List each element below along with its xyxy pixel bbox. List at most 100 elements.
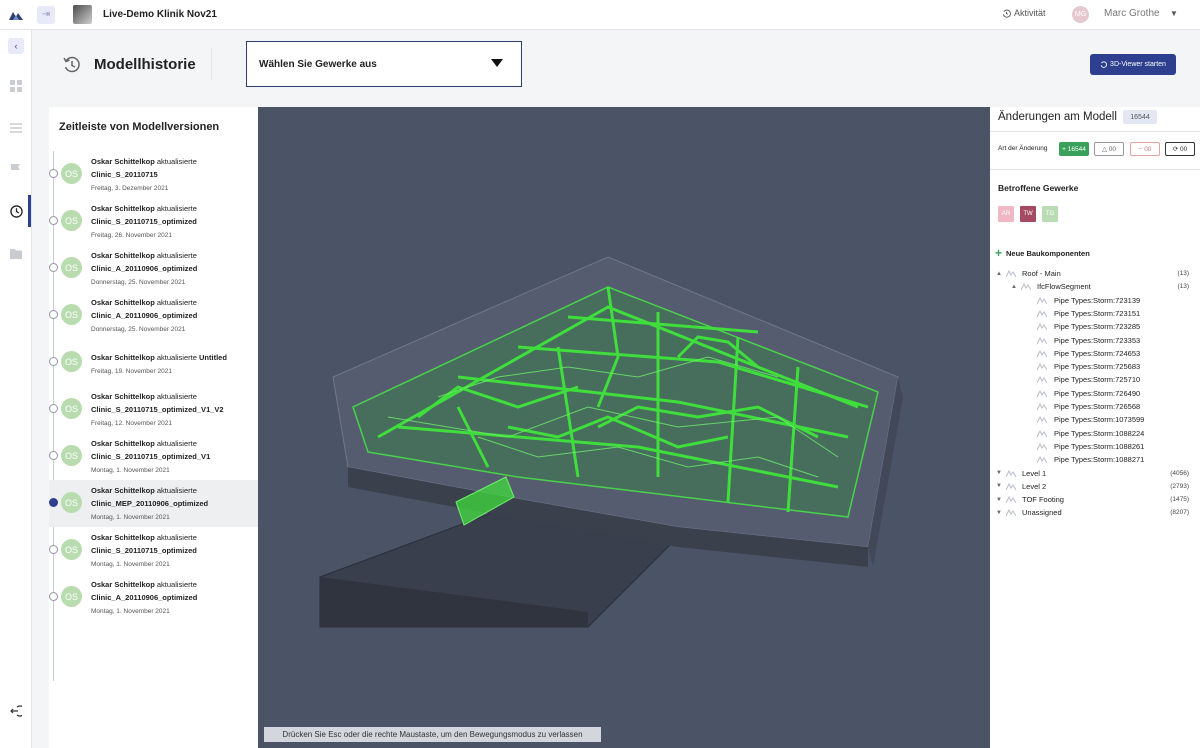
version-file: Clinic_S_20110715_optimized_V1_V2 xyxy=(91,405,224,414)
filter-modified-chip[interactable]: − 00 xyxy=(1130,142,1160,156)
tree-node[interactable]: Pipe Types:Storm:1088224 xyxy=(990,427,1200,440)
building-model-render xyxy=(319,256,903,628)
author-avatar: OS xyxy=(61,304,82,325)
activity-link[interactable]: Aktivität xyxy=(1002,8,1046,18)
timeline-version-item[interactable]: OS Oskar Schittelkop aktualisierte Clinic_… xyxy=(49,480,258,527)
tree-node-count: (8207) xyxy=(1170,509,1189,517)
chevron-down-icon[interactable]: ▼ xyxy=(1170,9,1178,18)
chevron-up-icon[interactable]: ▲ xyxy=(996,271,1002,277)
tree-node[interactable]: ▲ Roof - Main (13) xyxy=(990,267,1200,280)
tree-node[interactable]: Pipe Types:Storm:723151 xyxy=(990,307,1200,320)
tree-node[interactable]: ▼ Unassigned (8207) xyxy=(990,506,1200,519)
version-file: Clinic_S_20110715_optimized xyxy=(91,217,197,226)
user-name[interactable]: Marc Grothe xyxy=(1104,8,1160,19)
version-date: Montag, 1. November 2021 xyxy=(91,467,170,474)
timeline-version-item[interactable]: OS Oskar Schittelkop aktualisierte Clinic_… xyxy=(49,386,258,433)
tree-node[interactable]: ▲ IfcFlowSegment (13) xyxy=(990,280,1200,293)
version-author: Oskar Schittelkop xyxy=(91,298,155,307)
modified-count: 00 xyxy=(1144,145,1152,153)
timeline-version-item[interactable]: OS Oskar Schittelkop aktualisierte Clinic_… xyxy=(49,151,258,198)
tree-node[interactable]: Pipe Types:Storm:725710 xyxy=(990,373,1200,386)
timeline-version-item[interactable]: OS Oskar Schittelkop aktualisierte Clinic_… xyxy=(49,198,258,245)
timeline-version-item[interactable]: OS Oskar Schittelkop aktualisierte Untitl… xyxy=(49,345,258,392)
timeline-dot xyxy=(49,592,58,601)
tree-node[interactable]: Pipe Types:Storm:723139 xyxy=(990,294,1200,307)
tree-node-count: (1475) xyxy=(1170,496,1189,504)
version-action: aktualisierte xyxy=(156,204,197,213)
filter-deleted-chip[interactable]: △ 00 xyxy=(1094,142,1124,156)
project-title[interactable]: Live-Demo Klinik Nov21 xyxy=(103,9,217,20)
trade-badge[interactable]: AR xyxy=(998,206,1014,222)
tree-node[interactable]: ▼ TOF Footing (1475) xyxy=(990,493,1200,506)
3d-viewport[interactable] xyxy=(258,107,990,748)
timeline-version-item[interactable]: OS Oskar Schittelkop aktualisierte Clinic_… xyxy=(49,527,258,574)
component-icon xyxy=(1037,442,1047,450)
timeline-dot xyxy=(49,169,58,178)
app-logo-icon[interactable] xyxy=(0,0,32,30)
tree-node[interactable]: Pipe Types:Storm:1073599 xyxy=(990,413,1200,426)
tree-node[interactable]: ▼ Level 2 (2793) xyxy=(990,480,1200,493)
filter-added-chip[interactable]: + 16544 xyxy=(1059,142,1089,156)
component-icon xyxy=(1021,283,1031,291)
component-icon xyxy=(1037,336,1047,344)
folder-icon[interactable] xyxy=(8,245,24,261)
chevron-up-icon[interactable]: ▲ xyxy=(1011,284,1017,290)
tree-node-label: Unassigned xyxy=(1022,508,1062,518)
filter-moved-chip[interactable]: ⟳ 00 xyxy=(1165,142,1195,156)
chevron-down-icon[interactable]: ▼ xyxy=(996,510,1002,516)
tree-node[interactable]: ▼ Level 1 (4056) xyxy=(990,467,1200,480)
timeline-title: Zeitleiste von Modellversionen xyxy=(59,121,220,133)
author-avatar: OS xyxy=(61,586,82,607)
tree-node[interactable]: Pipe Types:Storm:726568 xyxy=(990,400,1200,413)
tree-node-count: (2793) xyxy=(1170,482,1189,490)
trade-badge[interactable]: TW xyxy=(1020,206,1036,222)
author-avatar: OS xyxy=(61,257,82,278)
gewerke-select[interactable]: Wählen Sie Gewerke aus xyxy=(246,41,522,87)
page-title: Modellhistorie xyxy=(94,56,196,73)
timeline-dot xyxy=(49,216,58,225)
back-arrow-icon[interactable]: ‹ xyxy=(8,38,24,54)
component-icon xyxy=(1037,416,1047,424)
tree-node-label: Pipe Types:Storm:723139 xyxy=(1054,295,1141,305)
new-components-header[interactable]: + Neue Baukomponenten xyxy=(995,246,1090,260)
tree-node[interactable]: Pipe Types:Storm:726490 xyxy=(990,387,1200,400)
tree-node-label: Pipe Types:Storm:723151 xyxy=(1054,308,1141,318)
author-avatar: OS xyxy=(61,351,82,372)
timeline-version-item[interactable]: OS Oskar Schittelkop aktualisierte Clinic_… xyxy=(49,292,258,339)
version-action: aktualisierte xyxy=(156,298,197,307)
change-type-label: Art der Änderung xyxy=(998,145,1048,152)
flag-icon[interactable] xyxy=(8,161,24,177)
version-action: aktualisierte xyxy=(156,353,197,362)
author-avatar: OS xyxy=(61,210,82,231)
chevron-down-icon[interactable]: ▼ xyxy=(996,470,1002,476)
version-author: Oskar Schittelkop xyxy=(91,580,155,589)
tree-node[interactable]: Pipe Types:Storm:723353 xyxy=(990,334,1200,347)
dashboard-icon[interactable] xyxy=(8,78,24,94)
chevron-down-icon[interactable]: ▼ xyxy=(996,483,1002,489)
version-action: aktualisierte xyxy=(156,157,197,166)
clock-icon[interactable] xyxy=(8,203,24,219)
tree-node[interactable]: Pipe Types:Storm:725683 xyxy=(990,360,1200,373)
timeline-version-item[interactable]: OS Oskar Schittelkop aktualisierte Clinic_… xyxy=(49,433,258,480)
tree-node[interactable]: Pipe Types:Storm:724653 xyxy=(990,347,1200,360)
logout-icon[interactable] xyxy=(8,703,24,719)
author-avatar: OS xyxy=(61,445,82,466)
version-author: Oskar Schittelkop xyxy=(91,439,155,448)
version-text: Oskar Schittelkop aktualisierte Clinic_S_… xyxy=(91,155,256,195)
chevron-down-icon[interactable]: ▼ xyxy=(996,497,1002,503)
start-3d-viewer-button[interactable]: 3D-Viewer starten xyxy=(1090,54,1176,75)
tree-node[interactable]: Pipe Types:Storm:1088271 xyxy=(990,453,1200,466)
timeline-version-item[interactable]: OS Oskar Schittelkop aktualisierte Clinic_… xyxy=(49,574,258,621)
user-avatar[interactable]: MG xyxy=(1072,6,1089,23)
author-avatar: OS xyxy=(61,398,82,419)
trade-badge[interactable]: TG xyxy=(1042,206,1058,222)
tree-node[interactable]: Pipe Types:Storm:723285 xyxy=(990,320,1200,333)
sidebar-toggle-icon[interactable]: ⇥ xyxy=(37,5,55,24)
tree-node-count: (4056) xyxy=(1170,469,1189,477)
timeline-version-item[interactable]: OS Oskar Schittelkop aktualisierte Clinic_… xyxy=(49,245,258,292)
version-action: aktualisierte xyxy=(156,392,197,401)
gewerke-select-label: Wählen Sie Gewerke aus xyxy=(259,58,377,70)
tree-node[interactable]: Pipe Types:Storm:1088261 xyxy=(990,440,1200,453)
project-thumbnail xyxy=(73,5,92,24)
list-icon[interactable] xyxy=(8,120,24,136)
